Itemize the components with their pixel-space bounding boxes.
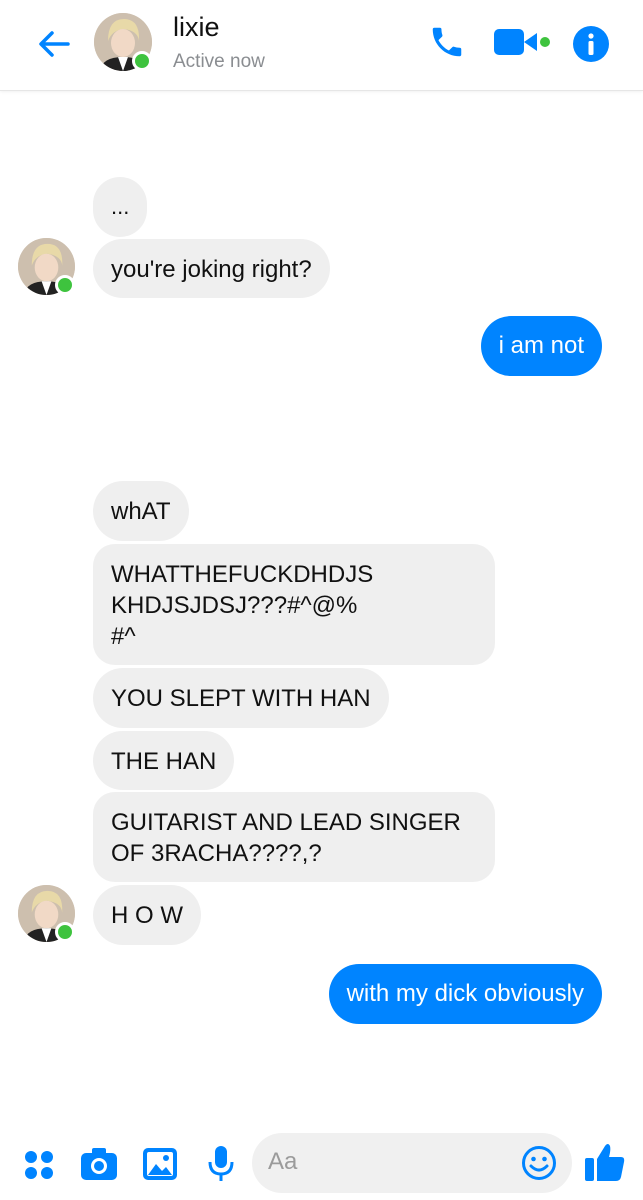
apps-icon <box>25 1151 53 1179</box>
camera-icon <box>81 1148 117 1180</box>
message-bubble-received[interactable]: THE HAN <box>93 731 235 790</box>
gallery-button[interactable] <box>142 1147 178 1186</box>
back-button[interactable] <box>34 24 74 64</box>
like-button[interactable] <box>583 1140 627 1189</box>
message-bubble-received[interactable]: you're joking right? <box>93 239 330 298</box>
message-bubble-received[interactable]: whAT <box>93 481 189 541</box>
back-arrow-icon <box>39 31 70 57</box>
conversation-header: lixie Active now <box>0 0 643 91</box>
contact-name[interactable]: lixie <box>173 12 220 43</box>
voice-call-button[interactable] <box>428 23 466 66</box>
message-bubble-received[interactable]: YOU SLEPT WITH HAN <box>93 668 389 728</box>
active-status: Active now <box>173 51 265 72</box>
online-indicator <box>132 51 152 71</box>
thumbs-up-icon <box>585 1144 625 1181</box>
video-call-button[interactable] <box>493 27 553 62</box>
message-bubble-received[interactable]: ... <box>93 177 148 237</box>
phone-icon <box>432 27 462 57</box>
message-input-placeholder[interactable]: Aa <box>268 1148 297 1176</box>
microphone-icon <box>208 1146 234 1181</box>
camera-button[interactable] <box>80 1146 118 1187</box>
conversation-info-button[interactable] <box>572 25 610 68</box>
message-bubble-received[interactable]: GUITARIST AND LEAD SINGER OF 3RACHA????,… <box>93 792 495 882</box>
message-bubble-received[interactable]: H O W <box>93 885 201 945</box>
sender-avatar[interactable] <box>18 885 75 942</box>
emoji-icon <box>522 1146 556 1180</box>
message-bubble-sent[interactable]: i am not <box>480 316 602 376</box>
emoji-button[interactable] <box>521 1145 557 1186</box>
info-icon <box>573 26 609 62</box>
online-indicator <box>55 275 75 295</box>
message-bubble-received[interactable]: WHATTHEFUCKDHDJS KHDJSJDSJ???#^@% #^ <box>93 544 495 665</box>
image-icon <box>143 1148 177 1180</box>
message-bubble-sent[interactable]: with my dick obviously <box>328 964 602 1024</box>
online-indicator <box>55 922 75 942</box>
sender-avatar[interactable] <box>18 238 75 295</box>
apps-button[interactable] <box>22 1148 56 1187</box>
voice-record-button[interactable] <box>206 1144 236 1189</box>
video-camera-icon <box>494 29 550 55</box>
contact-avatar[interactable] <box>94 13 152 71</box>
